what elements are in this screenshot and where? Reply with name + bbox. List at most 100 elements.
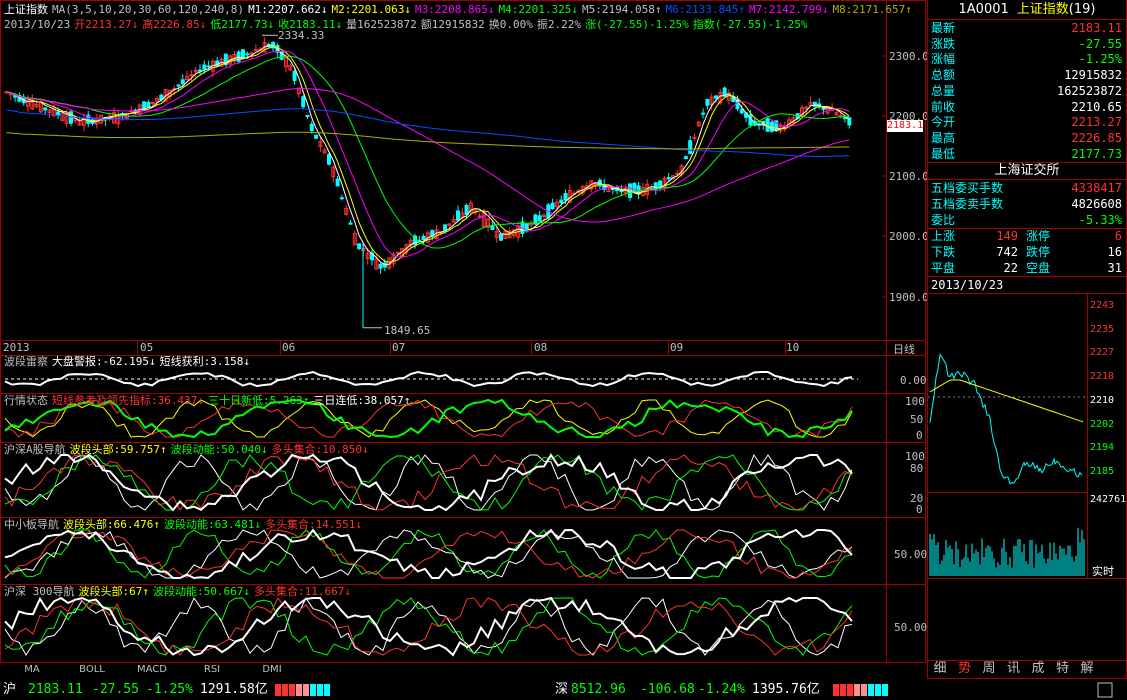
quote-row: 最低 2177.73 (928, 146, 1124, 162)
low-annotation: 1849.65 (384, 324, 431, 337)
quote-key: 涨跌 (931, 36, 956, 51)
sz-breadth-bar (833, 684, 839, 696)
right-tab[interactable]: 势 (953, 660, 977, 678)
price-tick-2000: 2000.0 (889, 230, 929, 243)
realtime-label[interactable]: 实时 (1092, 563, 1114, 579)
ohlc-amount: 额12915832 (420, 18, 485, 31)
candle (537, 215, 542, 222)
ma-m7: M7:2142.799↓ (748, 3, 829, 16)
quote-key: 最低 (931, 146, 956, 161)
sz-breadth-bar (861, 684, 867, 696)
tab-ma[interactable]: MA (2, 663, 62, 677)
candle (56, 111, 61, 116)
sh-breadth-bar (289, 684, 295, 696)
intraday-axis-tick: 2185 (1090, 465, 1115, 477)
price-tick-2200: 2200.0 (889, 110, 929, 123)
tab-rsi[interactable]: RSI (182, 663, 242, 677)
breadth-key: 下跌 (931, 245, 956, 259)
indicator-value: 多头集合:11.667↓ (253, 585, 351, 598)
candle (378, 263, 383, 269)
intraday-axis-tick: 2202 (1090, 418, 1115, 430)
breadth-value: 22 (1003, 261, 1018, 275)
indicator-axis-tick: 50.00 (894, 548, 928, 561)
candle (198, 69, 202, 72)
candle (241, 49, 245, 59)
ma-line-240 (6, 131, 850, 150)
right-tab[interactable]: 解 (1075, 660, 1099, 678)
indicator-value: 多头集合:10.850↓ (271, 443, 369, 456)
intraday-axis-tick: 2243 (1090, 300, 1115, 311)
order-list: 五档委买手数 4338417 五档委卖手数 4826608 委比 -5.33% (928, 180, 1126, 228)
right-tab[interactable]: 成 (1026, 660, 1050, 678)
indicator-value: 波段头部:59.757↑ (69, 443, 167, 456)
tab-boll[interactable]: BOLL (62, 663, 122, 677)
indicator-value: 短线获利:3.158↓ (159, 355, 250, 368)
indicator-line (4, 453, 853, 511)
indicator-value: 短线参考及领先指标:36.437↓ (52, 394, 204, 407)
indicator-axis-tick: 100 (905, 395, 925, 408)
order-key: 五档委买手数 (931, 181, 1004, 195)
order-row: 五档委卖手数 4826608 (928, 196, 1124, 212)
candle (292, 70, 297, 81)
indicator-value: 三十日新低:5.263↑ (207, 394, 310, 407)
ma-header: 上证指数 MA(3,5,10,20,30,60,120,240,8) M1:2207… (4, 3, 916, 16)
high-annotation: 2334.33 (278, 29, 325, 42)
sh-breadth-bar (324, 684, 330, 696)
tab-dmi[interactable]: DMI (242, 663, 302, 677)
order-row: 五档委买手数 4338417 (928, 180, 1124, 196)
tab-macd[interactable]: MACD (122, 663, 182, 677)
quote-value: -27.55 (1078, 36, 1122, 51)
breadth-value: 16 (1107, 245, 1122, 259)
indicator-value: 大盘警报:-62.195↓ (52, 355, 156, 368)
indicator-line (4, 454, 853, 511)
ohlc-change: 涨(-27.55)-1.25% (585, 18, 689, 31)
indicator-value: 波段头部:66.476↑ (63, 518, 160, 531)
right-tab[interactable]: 讯 (1002, 660, 1026, 678)
main-chart[interactable] (0, 0, 927, 663)
ohlc-low: 低2177.73↓ (210, 18, 275, 31)
indicator-value: 三日连低:38.057↑ (313, 394, 411, 407)
ohlc-high: 高2226.85↓ (142, 18, 207, 31)
indicator-value: 波段头部:67↑ (78, 585, 150, 598)
ohlc-turnover: 换0.00% (488, 18, 533, 31)
candle (701, 112, 706, 115)
indicator-axis-tick: 80 (910, 462, 924, 475)
candle (339, 197, 344, 200)
candle (843, 116, 847, 120)
candle (206, 65, 211, 68)
indicator-value: 波段动能:63.481↓ (163, 518, 261, 531)
price-tick-2300: 2300.0 (889, 50, 929, 63)
right-tab[interactable]: 周 (977, 660, 1001, 678)
ma-m8: M8:2171.657↑ (832, 3, 912, 16)
right-tab[interactable]: 细 (928, 660, 952, 678)
indicator-name: 中小板导航 (4, 518, 59, 531)
right-tab[interactable]: 特 (1051, 660, 1075, 678)
ma-m5: M5:2194.058↑ (582, 3, 662, 16)
indicator-line (4, 528, 853, 580)
indicator-value: 波段动能:50.667↓ (153, 585, 250, 598)
ma-line-5 (6, 46, 850, 263)
quote-key: 总量 (931, 83, 956, 98)
sh-breadth-bar (310, 684, 316, 696)
indicator-name: 行情状态 (4, 394, 48, 407)
candle (305, 115, 310, 118)
candle (456, 210, 460, 221)
candle (683, 156, 688, 160)
sz-breadth-bar (840, 684, 846, 696)
ma-m1: M1:2207.662↓ (248, 3, 328, 16)
indicator-name: 波段雷察 (4, 355, 48, 368)
candle (309, 123, 314, 132)
period-label[interactable]: 日线 (893, 341, 915, 357)
indicator-line (4, 454, 853, 511)
breadth-value: 31 (1107, 261, 1122, 275)
candle (499, 233, 503, 241)
order-value: 4338417 (1071, 181, 1122, 195)
month-label: 08 (534, 341, 548, 354)
quote-row: 前收 2210.65 (928, 99, 1124, 115)
month-label: 07 (392, 341, 406, 354)
breadth-key: 涨停 (1026, 229, 1051, 243)
sz-breadth-bar (875, 684, 881, 696)
sz-breadth-bar (854, 684, 860, 696)
quote-value: 162523872 (1056, 83, 1122, 98)
candle (464, 204, 469, 215)
